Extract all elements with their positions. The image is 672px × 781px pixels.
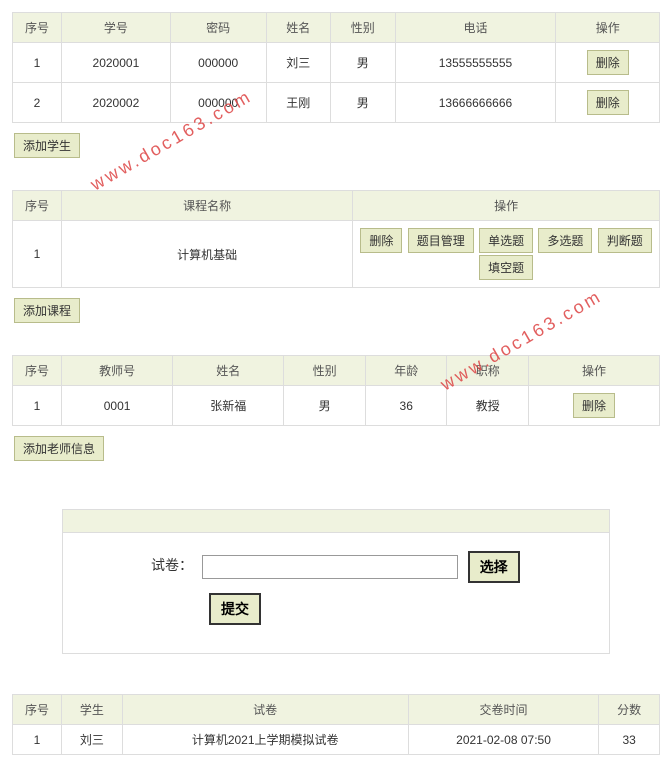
cell-pwd: 000000: [170, 43, 266, 83]
cell-name: 张新福: [173, 386, 284, 426]
th-seq: 序号: [13, 356, 62, 386]
table-row: 1 计算机基础 删除 题目管理 单选题 多选题 判断题 填空题: [13, 221, 660, 288]
cell-seq: 1: [13, 386, 62, 426]
form-header: [63, 510, 609, 533]
th-tid: 教师号: [62, 356, 173, 386]
table-row: 1 0001 张新福 男 36 教授 删除: [13, 386, 660, 426]
cell-phone: 13555555555: [395, 43, 556, 83]
teachers-table: 序号 教师号 姓名 性别 年龄 职称 操作 1 0001 张新福 男 36 教授…: [12, 355, 660, 426]
cell-seq: 2: [13, 83, 62, 123]
table-row: 2 2020002 000000 王刚 男 13666666666 删除: [13, 83, 660, 123]
exam-select-form: 试卷： 选择 提交: [62, 509, 610, 654]
th-gender: 性别: [331, 13, 395, 43]
th-name: 姓名: [173, 356, 284, 386]
cell-seq: 1: [13, 43, 62, 83]
th-seq: 序号: [13, 695, 62, 725]
th-score: 分数: [599, 695, 660, 725]
cell-time: 2021-02-08 07:50: [408, 725, 599, 755]
th-gender: 性别: [284, 356, 366, 386]
th-title: 职称: [447, 356, 529, 386]
question-manage-button[interactable]: 题目管理: [408, 228, 474, 253]
exam-input[interactable]: [202, 555, 458, 579]
cell-seq: 1: [13, 221, 62, 288]
courses-section: 序号 课程名称 操作 1 计算机基础 删除 题目管理 单选题 多选题 判断题 填…: [12, 190, 660, 341]
th-op: 操作: [529, 356, 660, 386]
cell-gender: 男: [331, 83, 395, 123]
cell-score: 33: [599, 725, 660, 755]
submit-button[interactable]: 提交: [209, 593, 261, 625]
th-phone: 电话: [395, 13, 556, 43]
multi-choice-button[interactable]: 多选题: [538, 228, 592, 253]
th-age: 年龄: [365, 356, 447, 386]
cell-id: 2020002: [62, 83, 171, 123]
fill-button[interactable]: 填空题: [479, 255, 533, 280]
th-id: 学号: [62, 13, 171, 43]
results-section: 序号 学生 试卷 交卷时间 分数 1 刘三 计算机2021上学期模拟试卷 202…: [12, 694, 660, 755]
th-pwd: 密码: [170, 13, 266, 43]
add-student-button[interactable]: 添加学生: [14, 133, 80, 158]
judge-button[interactable]: 判断题: [598, 228, 652, 253]
cell-age: 36: [365, 386, 447, 426]
add-course-button[interactable]: 添加课程: [14, 298, 80, 323]
cell-name: 计算机基础: [62, 221, 353, 288]
cell-gender: 男: [284, 386, 366, 426]
th-op: 操作: [556, 13, 660, 43]
th-time: 交卷时间: [408, 695, 599, 725]
single-choice-button[interactable]: 单选题: [479, 228, 533, 253]
courses-table: 序号 课程名称 操作 1 计算机基础 删除 题目管理 单选题 多选题 判断题 填…: [12, 190, 660, 288]
table-row: 1 2020001 000000 刘三 男 13555555555 删除: [13, 43, 660, 83]
cell-pwd: 000000: [170, 83, 266, 123]
cell-name: 刘三: [266, 43, 330, 83]
th-name: 姓名: [266, 13, 330, 43]
cell-id: 2020001: [62, 43, 171, 83]
add-teacher-button[interactable]: 添加老师信息: [14, 436, 104, 461]
cell-student: 刘三: [62, 725, 123, 755]
th-exam: 试卷: [122, 695, 408, 725]
cell-exam: 计算机2021上学期模拟试卷: [122, 725, 408, 755]
th-seq: 序号: [13, 13, 62, 43]
results-table: 序号 学生 试卷 交卷时间 分数 1 刘三 计算机2021上学期模拟试卷 202…: [12, 694, 660, 755]
students-table: 序号 学号 密码 姓名 性别 电话 操作 1 2020001 000000 刘三…: [12, 12, 660, 123]
students-section: 序号 学号 密码 姓名 性别 电话 操作 1 2020001 000000 刘三…: [12, 12, 660, 176]
delete-button[interactable]: 删除: [360, 228, 402, 253]
cell-gender: 男: [331, 43, 395, 83]
th-student: 学生: [62, 695, 123, 725]
cell-seq: 1: [13, 725, 62, 755]
delete-button[interactable]: 删除: [587, 50, 629, 75]
teachers-section: 序号 教师号 姓名 性别 年龄 职称 操作 1 0001 张新福 男 36 教授…: [12, 355, 660, 479]
table-row: 1 刘三 计算机2021上学期模拟试卷 2021-02-08 07:50 33: [13, 725, 660, 755]
select-button[interactable]: 选择: [468, 551, 520, 583]
th-op: 操作: [353, 191, 660, 221]
cell-title: 教授: [447, 386, 529, 426]
th-seq: 序号: [13, 191, 62, 221]
delete-button[interactable]: 删除: [573, 393, 615, 418]
cell-phone: 13666666666: [395, 83, 556, 123]
delete-button[interactable]: 删除: [587, 90, 629, 115]
cell-tid: 0001: [62, 386, 173, 426]
th-name: 课程名称: [62, 191, 353, 221]
exam-label: 试卷：: [103, 555, 193, 575]
cell-name: 王刚: [266, 83, 330, 123]
